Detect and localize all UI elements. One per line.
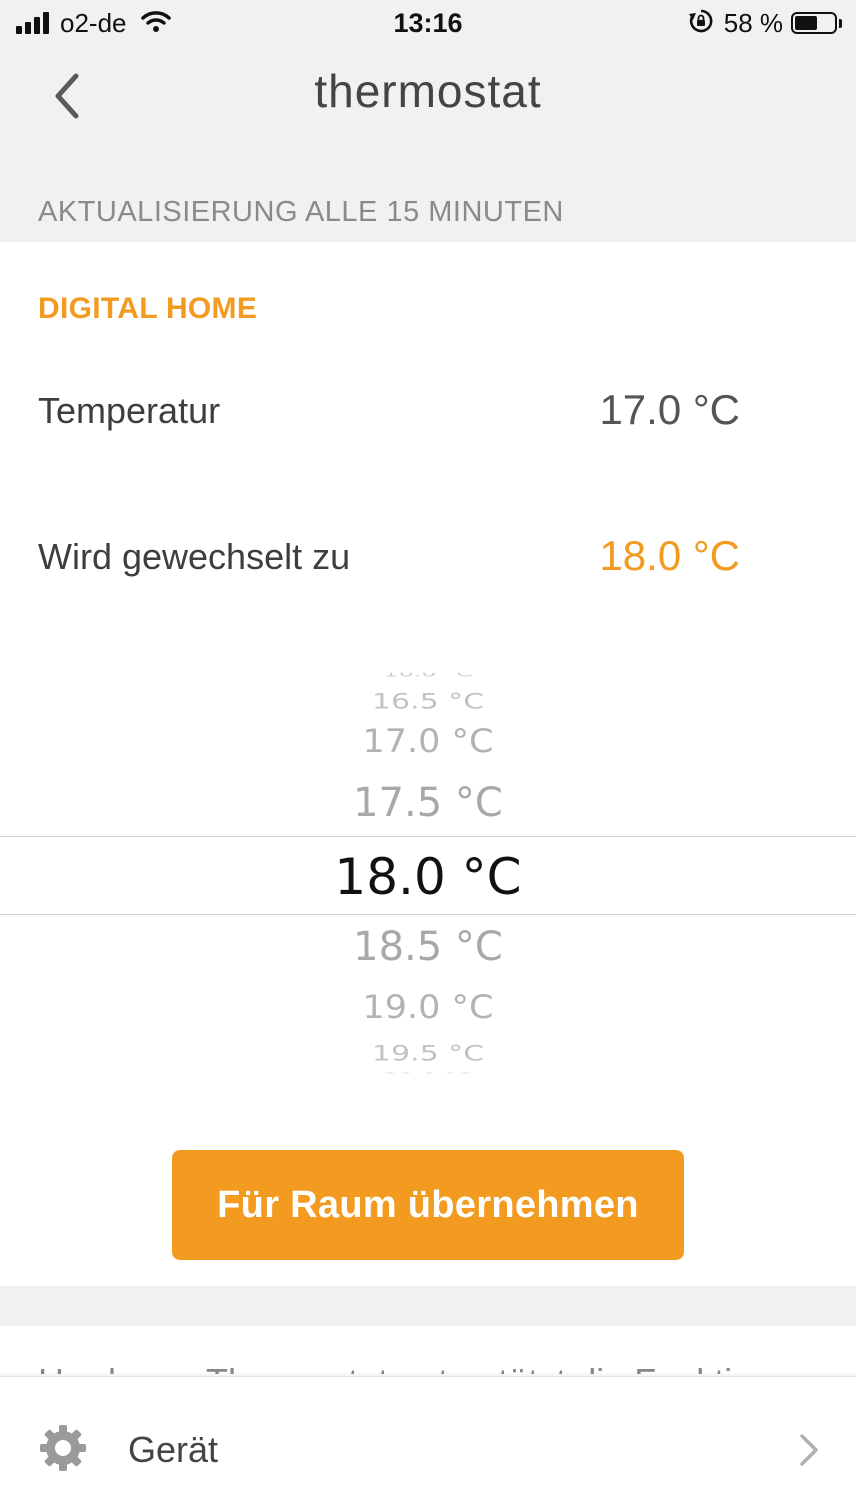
picker-selection-bottom-line <box>0 914 856 915</box>
picker-option[interactable]: 17.0 °C <box>0 724 856 761</box>
battery-percent: 58 % <box>723 7 783 38</box>
picker-option[interactable]: 18.5 °C <box>0 924 856 970</box>
status-bar: o2-de 13:16 58 % <box>0 0 856 46</box>
picker-option[interactable]: 17.5 °C <box>0 780 856 826</box>
picker-option[interactable]: 19.0 °C <box>0 990 856 1027</box>
section-header: AKTUALISIERUNG ALLE 15 MINUTEN <box>38 196 564 228</box>
thermostat-card: DIGITAL HOME Temperatur 17.0 °C Wird gew… <box>0 242 856 1286</box>
picker-selected-option[interactable]: 18.0 °C <box>0 848 856 906</box>
rotation-lock-icon <box>688 8 714 39</box>
temperature-picker[interactable]: 16.0 °C 16.5 °C 17.0 °C 17.5 °C 18.0 °C … <box>0 666 856 1082</box>
brand-label: DIGITAL HOME <box>38 292 258 325</box>
device-label: Gerät <box>128 1429 219 1470</box>
navigation-bar: thermostat <box>0 46 856 146</box>
chevron-right-icon <box>798 1433 820 1472</box>
battery-icon <box>791 12 837 34</box>
page-title: thermostat <box>314 65 542 117</box>
clipped-info-text: Hardware-Thermostat unterstützt die Funk… <box>38 1346 772 1374</box>
gear-icon <box>38 1423 88 1478</box>
temperature-label: Temperatur <box>38 390 221 431</box>
picker-option[interactable]: 20.0 °C <box>0 1069 856 1074</box>
target-label: Wird gewechselt zu <box>38 536 351 577</box>
picker-option[interactable]: 16.0 °C <box>0 673 856 678</box>
apply-to-room-button[interactable]: Für Raum übernehmen <box>172 1150 684 1260</box>
battery-tip <box>839 18 842 28</box>
device-row[interactable]: Gerät <box>0 1376 856 1501</box>
picker-selection-top-line <box>0 836 856 837</box>
temperature-value: 17.0 °C <box>599 386 740 433</box>
target-value: 18.0 °C <box>599 532 740 579</box>
picker-option[interactable]: 19.5 °C <box>0 1041 856 1066</box>
picker-option[interactable]: 16.5 °C <box>0 689 856 714</box>
